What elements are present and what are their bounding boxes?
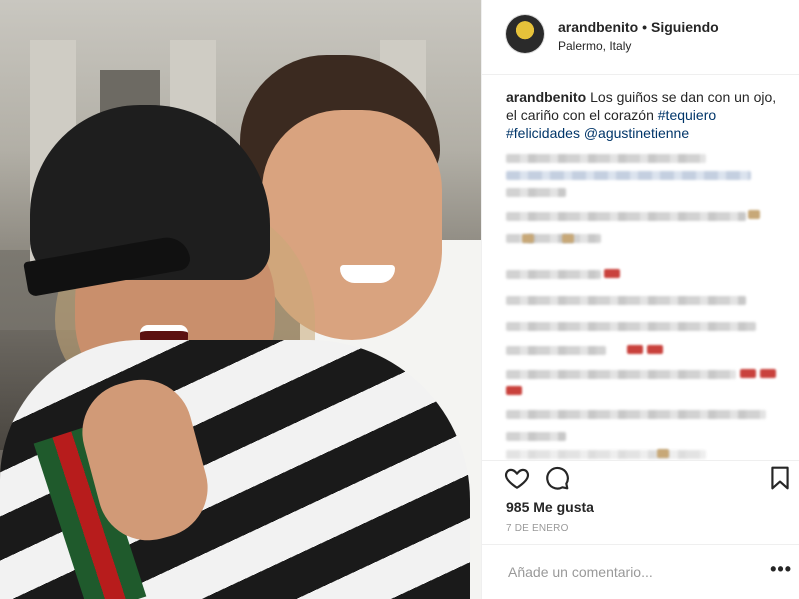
blurred-comment-line <box>506 270 601 279</box>
post-date: 7 DE ENERO <box>506 523 569 534</box>
heart-outline-icon[interactable] <box>504 465 530 491</box>
blurred-comment-line <box>506 410 766 419</box>
likes-count[interactable]: 985 Me gusta <box>506 499 594 515</box>
blurred-comment-line <box>506 432 566 441</box>
blurred-comment-line <box>506 234 601 243</box>
blurred-comment-line <box>506 296 746 305</box>
avatar[interactable] <box>506 15 544 53</box>
mention-link[interactable]: @agustinetienne <box>584 125 689 141</box>
bookmark-icon[interactable] <box>767 465 793 491</box>
blurred-comment-line <box>506 370 736 379</box>
comment-section: ••• <box>482 544 799 599</box>
caption-username[interactable]: arandbenito <box>506 89 586 105</box>
blurred-comment-line <box>506 322 756 331</box>
blurred-comment-line <box>506 171 751 180</box>
more-horizontal-icon[interactable]: ••• <box>770 559 792 580</box>
blurred-comment-line <box>506 346 606 355</box>
post-header: arandbenito • Siguiendo Palermo, Italy <box>482 0 799 75</box>
hashtag-link[interactable]: #felicidades <box>506 125 580 141</box>
separator-dot: • <box>642 19 648 35</box>
blurred-comment-line <box>506 154 706 163</box>
location-link[interactable]: Palermo, Italy <box>558 39 631 53</box>
header-username[interactable]: arandbenito <box>558 19 638 35</box>
follow-status-button[interactable]: Siguiendo <box>651 19 719 35</box>
blurred-comment-line <box>506 212 746 221</box>
post-side-panel: arandbenito • Siguiendo Palermo, Italy ara… <box>481 0 799 599</box>
post-actions <box>482 460 799 495</box>
post-caption: arandbenito Los guiños se dan con un ojo,… <box>506 88 788 142</box>
speech-bubble-icon[interactable] <box>544 465 570 491</box>
blurred-comment-line <box>506 188 566 197</box>
post-photo[interactable] <box>0 0 481 599</box>
comment-input[interactable] <box>506 560 750 584</box>
hashtag-link[interactable]: #tequiero <box>658 107 716 123</box>
blurred-comment-line <box>506 450 706 459</box>
